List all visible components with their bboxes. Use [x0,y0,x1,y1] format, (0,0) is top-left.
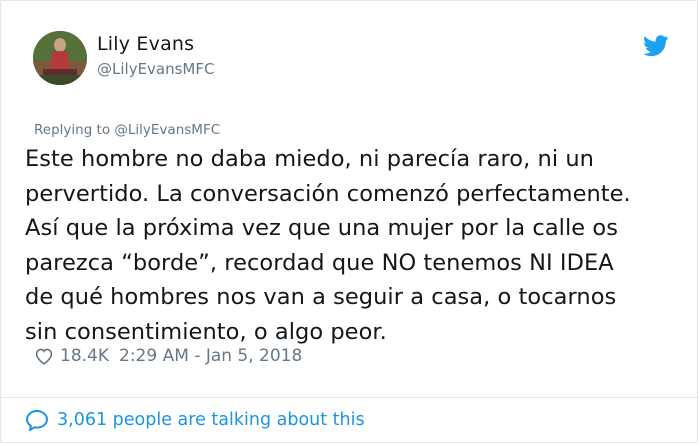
tweet-header: Lily Evans @LilyEvansMFC [33,31,673,91]
divider [1,397,699,398]
tweet-text-line: parezca “borde”, recordad que NO tenemos… [25,249,614,276]
tweet-text-line: de qué hombres nos van a seguir a casa, … [25,284,617,310]
conversation-link[interactable]: 3,061 people are talking about this [25,409,365,431]
tweet-embed-card: Lily Evans @LilyEvansMFC Replying to @Li… [0,0,699,443]
tweet-text-line: sin consentimiento, o algo peor. [25,318,387,345]
twitter-bird-icon[interactable] [643,35,669,57]
conversation-count-text[interactable]: 3,061 people are talking about this [57,410,365,430]
tweet-text-line: Así que la próxima vez que una mujer por… [25,215,618,241]
avatar[interactable] [33,31,87,85]
tweet-text-line: Este hombre no daba miedo, ni parecía ra… [25,146,594,172]
tweet-timestamp[interactable]: 2:29 AM - Jan 5, 2018 [119,346,302,366]
like-count[interactable]: 18.4K [60,346,109,366]
heart-icon[interactable] [34,347,54,365]
user-handle[interactable]: @LilyEvansMFC [97,60,214,78]
tweet-meta: 18.4K 2:29 AM - Jan 5, 2018 [34,346,302,366]
speech-bubble-icon [25,409,49,431]
tweet-text: Este hombre no daba miedo, ni parecía ra… [25,142,695,349]
replying-to-label[interactable]: Replying to @LilyEvansMFC [34,122,220,138]
tweet-text-line: pervertido. La conversación comenzó perf… [25,180,631,207]
display-name[interactable]: Lily Evans [97,33,194,55]
avatar-photo [33,31,87,85]
